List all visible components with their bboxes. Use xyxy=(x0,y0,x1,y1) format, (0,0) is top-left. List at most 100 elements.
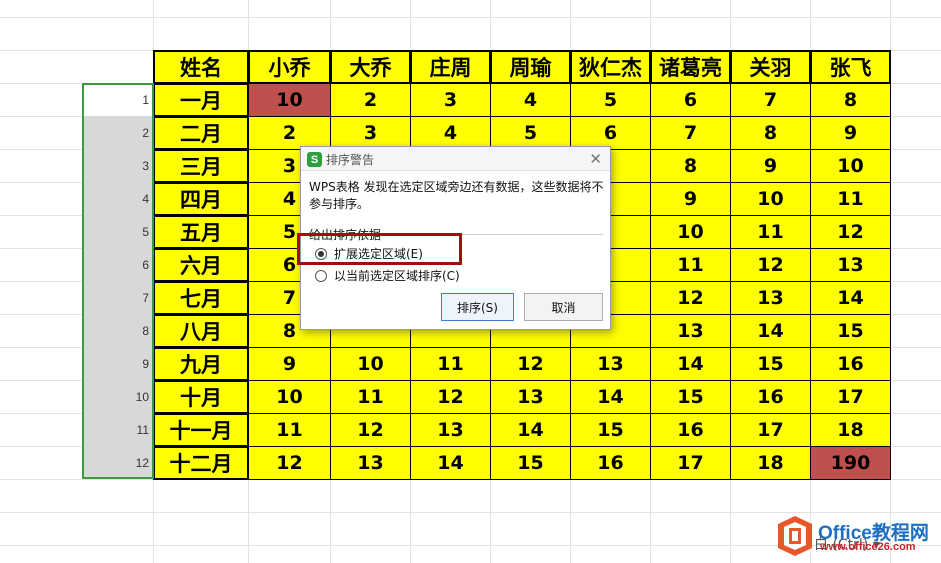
table-cell[interactable]: 8 xyxy=(650,149,731,183)
row-number[interactable]: 9 xyxy=(84,347,153,380)
table-cell[interactable]: 9 xyxy=(650,182,731,216)
table-cell[interactable]: 10 xyxy=(248,380,331,414)
table-cell[interactable]: 12 xyxy=(810,215,891,249)
row-number[interactable]: 3 xyxy=(84,149,153,182)
table-cell[interactable]: 14 xyxy=(810,281,891,315)
table-cell[interactable]: 11 xyxy=(730,215,811,249)
cancel-button[interactable]: 取消 xyxy=(524,293,603,321)
table-cell[interactable]: 12 xyxy=(248,446,331,480)
table-cell[interactable]: 15 xyxy=(810,314,891,348)
month-cell[interactable]: 二月 xyxy=(153,116,249,150)
table-cell[interactable]: 6 xyxy=(570,116,651,150)
table-cell[interactable]: 13 xyxy=(570,347,651,381)
header-cell[interactable]: 庄周 xyxy=(410,50,491,84)
table-cell[interactable]: 8 xyxy=(810,83,891,117)
header-cell[interactable]: 张飞 xyxy=(810,50,891,84)
row-number[interactable]: 1 xyxy=(84,83,153,116)
table-cell[interactable]: 13 xyxy=(810,248,891,282)
table-cell[interactable]: 190 xyxy=(810,446,891,480)
table-cell[interactable]: 9 xyxy=(248,347,331,381)
row-number[interactable]: 4 xyxy=(84,182,153,215)
month-cell[interactable]: 四月 xyxy=(153,182,249,216)
row-number[interactable]: 7 xyxy=(84,281,153,314)
radio-checked-icon[interactable] xyxy=(315,247,327,260)
month-cell[interactable]: 七月 xyxy=(153,281,249,315)
radio-current-selection[interactable]: 以当前选定区域排序(C) xyxy=(315,267,460,284)
month-cell[interactable]: 十月 xyxy=(153,380,249,414)
table-cell[interactable]: 14 xyxy=(650,347,731,381)
table-cell[interactable]: 12 xyxy=(490,347,571,381)
table-cell[interactable]: 11 xyxy=(330,380,411,414)
table-cell[interactable]: 12 xyxy=(410,380,491,414)
month-cell[interactable]: 九月 xyxy=(153,347,249,381)
table-cell[interactable]: 16 xyxy=(810,347,891,381)
table-cell[interactable]: 5 xyxy=(570,83,651,117)
sort-button[interactable]: 排序(S) xyxy=(441,293,514,321)
table-cell[interactable]: 10 xyxy=(650,215,731,249)
table-cell[interactable]: 13 xyxy=(730,281,811,315)
month-cell[interactable]: 十二月 xyxy=(153,446,249,480)
table-cell[interactable]: 8 xyxy=(730,116,811,150)
radio-expand-selection[interactable]: 扩展选定区域(E) xyxy=(315,245,423,262)
header-cell[interactable]: 周瑜 xyxy=(490,50,571,84)
table-cell[interactable]: 7 xyxy=(650,116,731,150)
table-cell[interactable]: 2 xyxy=(248,116,331,150)
radio-unchecked-icon[interactable] xyxy=(315,269,327,282)
table-cell[interactable]: 4 xyxy=(490,83,571,117)
table-cell[interactable]: 10 xyxy=(810,149,891,183)
header-cell[interactable]: 狄仁杰 xyxy=(570,50,651,84)
table-cell[interactable]: 9 xyxy=(810,116,891,150)
month-cell[interactable]: 五月 xyxy=(153,215,249,249)
table-cell[interactable]: 11 xyxy=(248,413,331,447)
table-cell[interactable]: 13 xyxy=(330,446,411,480)
table-cell[interactable]: 2 xyxy=(330,83,411,117)
table-cell[interactable]: 11 xyxy=(410,347,491,381)
row-number[interactable]: 11 xyxy=(84,413,153,446)
table-cell[interactable]: 4 xyxy=(410,116,491,150)
table-cell[interactable]: 12 xyxy=(730,248,811,282)
table-cell[interactable]: 12 xyxy=(650,281,731,315)
table-cell[interactable]: 16 xyxy=(730,380,811,414)
table-cell[interactable]: 15 xyxy=(570,413,651,447)
table-cell[interactable]: 18 xyxy=(730,446,811,480)
table-cell[interactable]: 9 xyxy=(730,149,811,183)
header-cell[interactable]: 小乔 xyxy=(248,50,331,84)
table-cell[interactable]: 16 xyxy=(570,446,651,480)
table-cell[interactable]: 17 xyxy=(650,446,731,480)
table-cell[interactable]: 18 xyxy=(810,413,891,447)
table-cell[interactable]: 13 xyxy=(650,314,731,348)
table-cell[interactable]: 15 xyxy=(650,380,731,414)
table-cell[interactable]: 13 xyxy=(410,413,491,447)
month-cell[interactable]: 六月 xyxy=(153,248,249,282)
row-number[interactable]: 10 xyxy=(84,380,153,413)
row-number[interactable]: 12 xyxy=(84,446,153,479)
table-cell[interactable]: 10 xyxy=(330,347,411,381)
table-cell[interactable]: 11 xyxy=(650,248,731,282)
table-cell[interactable]: 14 xyxy=(570,380,651,414)
month-cell[interactable]: 八月 xyxy=(153,314,249,348)
table-cell[interactable]: 17 xyxy=(810,380,891,414)
header-cell[interactable]: 关羽 xyxy=(730,50,811,84)
header-cell[interactable]: 大乔 xyxy=(330,50,411,84)
table-cell[interactable]: 10 xyxy=(248,83,331,117)
table-cell[interactable]: 5 xyxy=(490,116,571,150)
row-number[interactable]: 2 xyxy=(84,116,153,149)
table-cell[interactable]: 16 xyxy=(650,413,731,447)
table-cell[interactable]: 3 xyxy=(330,116,411,150)
row-number[interactable]: 5 xyxy=(84,215,153,248)
month-cell[interactable]: 十一月 xyxy=(153,413,249,447)
dialog-title-bar[interactable]: S 排序警告 ✕ xyxy=(301,147,610,171)
month-cell[interactable]: 一月 xyxy=(153,83,249,117)
row-number[interactable]: 6 xyxy=(84,248,153,281)
table-cell[interactable]: 14 xyxy=(410,446,491,480)
table-cell[interactable]: 12 xyxy=(330,413,411,447)
table-cell[interactable]: 11 xyxy=(810,182,891,216)
table-cell[interactable]: 14 xyxy=(490,413,571,447)
table-cell[interactable]: 6 xyxy=(650,83,731,117)
table-cell[interactable]: 15 xyxy=(730,347,811,381)
table-cell[interactable]: 17 xyxy=(730,413,811,447)
table-cell[interactable]: 13 xyxy=(490,380,571,414)
table-cell[interactable]: 14 xyxy=(730,314,811,348)
row-number[interactable]: 8 xyxy=(84,314,153,347)
month-cell[interactable]: 三月 xyxy=(153,149,249,183)
